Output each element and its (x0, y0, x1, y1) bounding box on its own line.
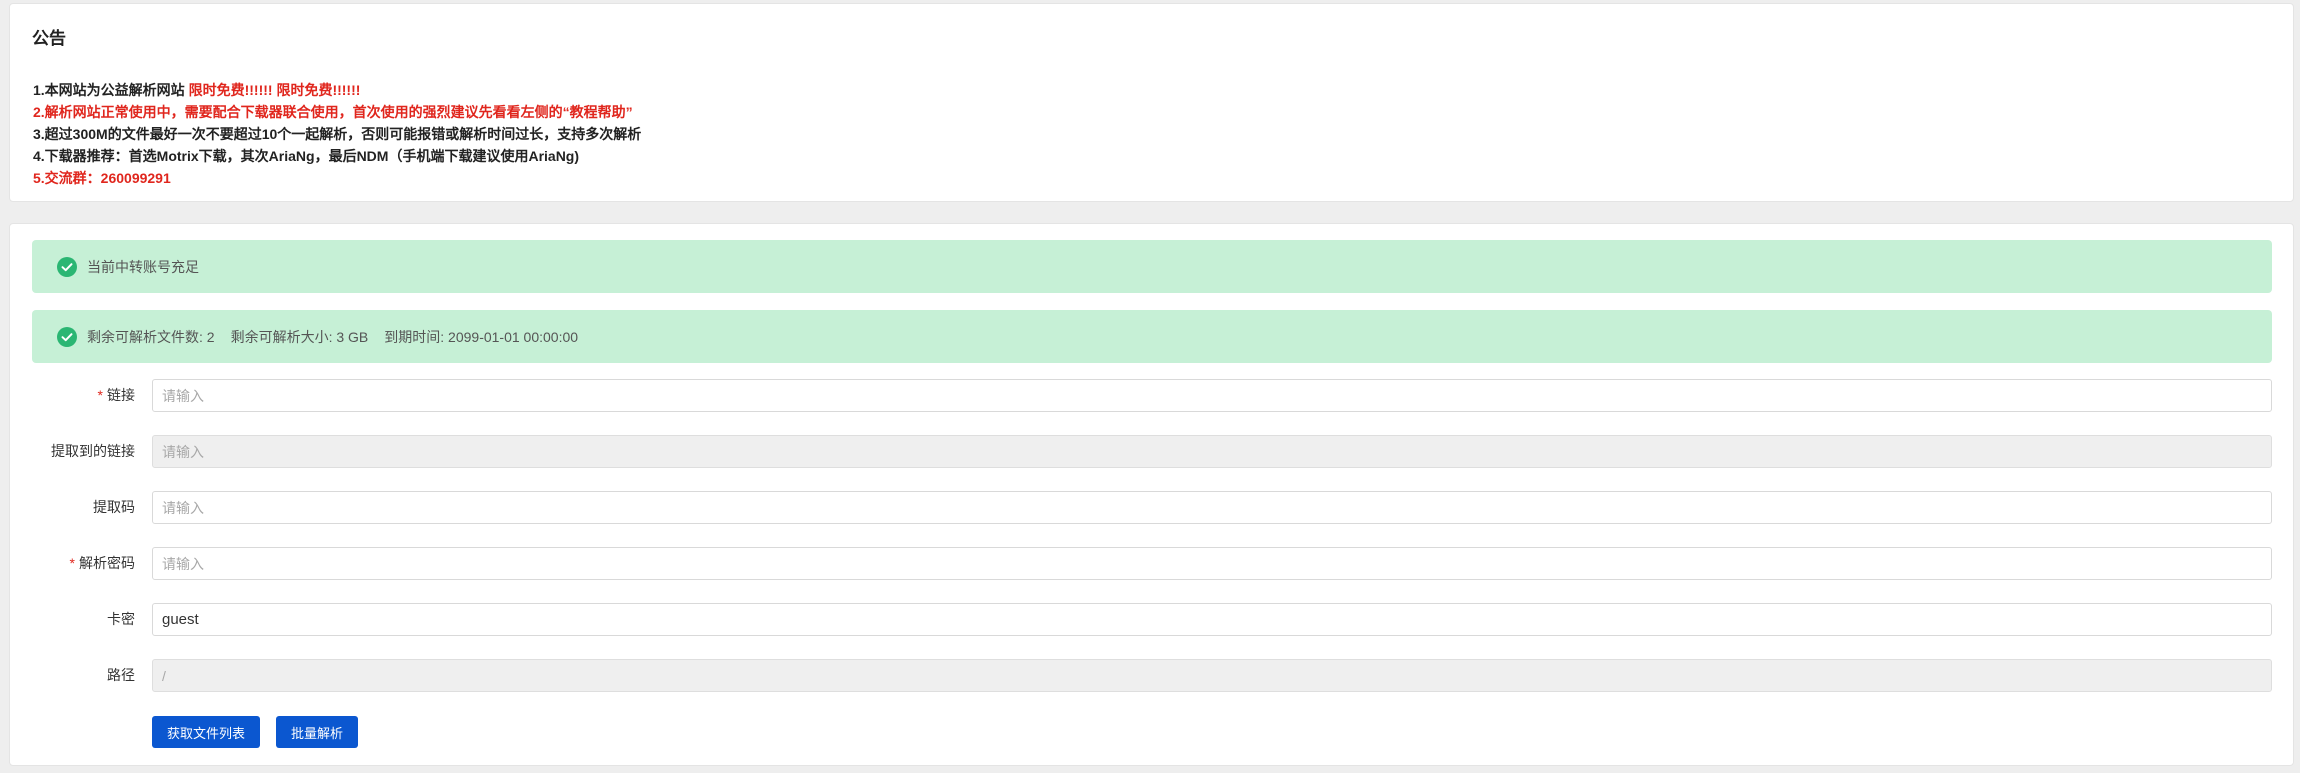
extract-code-row: 提取码 (10, 491, 2295, 524)
check-circle-icon (57, 326, 77, 347)
parse-password-input[interactable] (152, 547, 2272, 580)
notice-card: 公告 1.本网站为公益解析网站 限时免费!!!!!! 限时免费!!!!!! 2.… (9, 3, 2294, 202)
notice-line-1-highlight: 限时免费!!!!!! 限时免费!!!!!! (188, 82, 361, 98)
extracted-link-row: 提取到的链接 (10, 435, 2295, 468)
parse-password-label: * 解析密码 (69, 555, 135, 571)
required-mark: * (69, 555, 75, 571)
quota-alert: 剩余可解析文件数: 2 剩余可解析大小: 3 GB 到期时间: 2099-01-01… (32, 310, 2272, 363)
notice-line-4: 4.下载器推荐：首选Motrix下载，其次AriaNg，最后NDM（手机端下载建… (33, 148, 580, 164)
check-circle-icon (57, 256, 77, 277)
account-status-alert: 当前中转账号充足 (32, 240, 2272, 293)
notice-line-3: 3.超过300M的文件最好一次不要超过10个一起解析，否则可能报错或解析时间过长… (33, 126, 642, 142)
extract-code-label: 提取码 (93, 499, 135, 515)
parse-form-card: 当前中转账号充足 剩余可解析文件数: 2 剩余可解析大小: 3 GB 到期时间: 2… (9, 223, 2294, 766)
path-input (152, 659, 2272, 692)
notice-title: 公告 (32, 29, 66, 48)
batch-parse-button[interactable]: 批量解析 (276, 716, 359, 748)
link-row: * 链接 (10, 379, 2295, 412)
remaining-size: 剩余可解析大小: 3 GB (230, 328, 369, 345)
card-key-label: 卡密 (107, 611, 135, 627)
remaining-files: 剩余可解析文件数: 2 (87, 328, 215, 345)
required-mark: * (97, 387, 103, 403)
card-key-input[interactable] (152, 603, 2272, 636)
notice-line-1: 1.本网站为公益解析网站 限时免费!!!!!! 限时免费!!!!!! (33, 81, 360, 99)
link-label: * 链接 (97, 387, 135, 403)
action-row: 获取文件列表 批量解析 (10, 716, 2295, 749)
extract-code-input[interactable] (152, 491, 2272, 524)
account-status-text: 当前中转账号充足 (87, 258, 199, 275)
link-input[interactable] (152, 379, 2272, 412)
notice-line-5: 5.交流群：260099291 (33, 170, 171, 186)
extracted-link-input (152, 435, 2272, 468)
get-file-list-button[interactable]: 获取文件列表 (152, 716, 261, 748)
quota-text: 剩余可解析文件数: 2 剩余可解析大小: 3 GB 到期时间: 2099-01-01… (87, 327, 594, 347)
path-row: 路径 (10, 659, 2295, 692)
extracted-link-label: 提取到的链接 (51, 443, 135, 459)
card-key-row: 卡密 (10, 603, 2295, 636)
path-label: 路径 (107, 667, 135, 683)
notice-line-1-prefix: 1.本网站为公益解析网站 (33, 82, 189, 98)
expire-time: 到期时间: 2099-01-01 00:00:00 (384, 328, 579, 345)
notice-line-2: 2.解析网站正常使用中，需要配合下载器联合使用，首次使用的强烈建议先看看左侧的“… (33, 104, 633, 120)
parse-password-row: * 解析密码 (10, 547, 2295, 580)
